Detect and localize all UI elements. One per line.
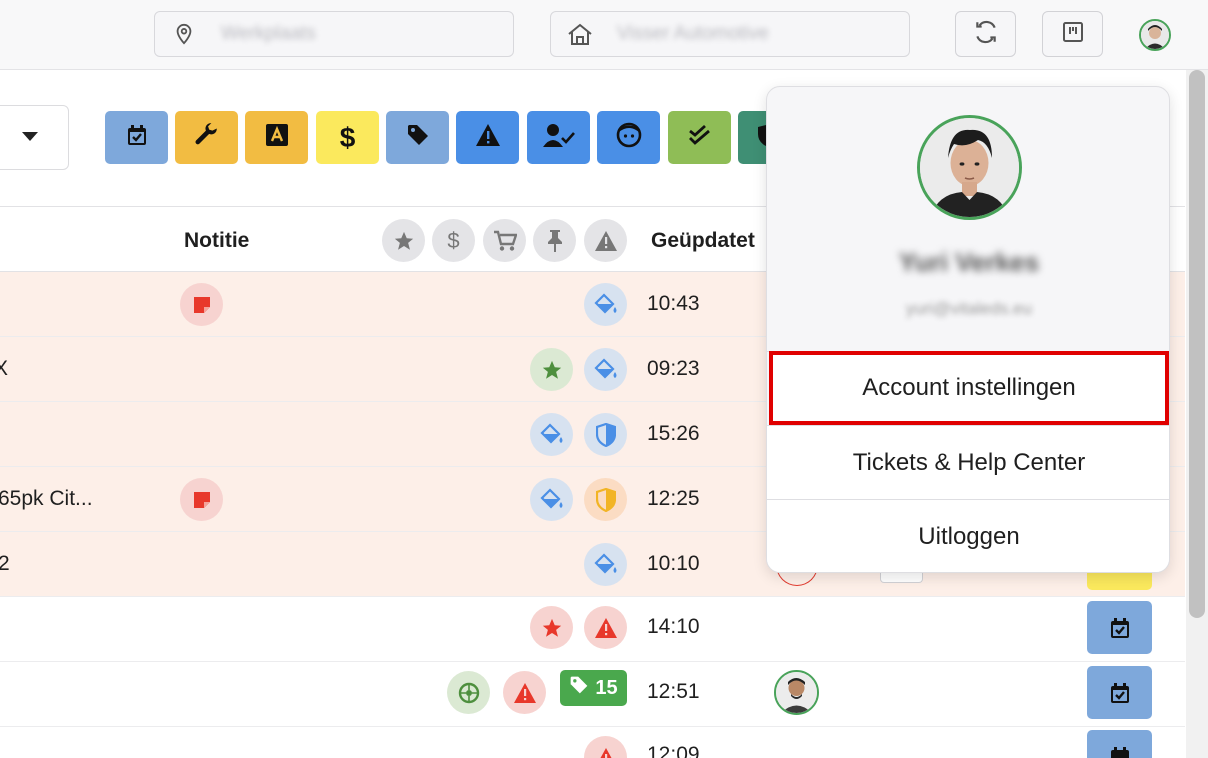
tag-count: 15 <box>595 676 618 699</box>
warning-icon[interactable] <box>584 736 627 758</box>
paint-bucket-icon[interactable] <box>530 413 573 456</box>
logout-item[interactable]: Uitloggen <box>767 500 1169 572</box>
filter-face-button[interactable] <box>597 111 660 164</box>
updated-time: 12:25 <box>647 487 700 510</box>
help-center-item[interactable]: Tickets & Help Center <box>767 426 1169 500</box>
dollar-icon[interactable]: $ <box>432 219 475 262</box>
row-title: 2 <box>0 552 10 575</box>
table-row[interactable]: 14:10 <box>0 597 1185 662</box>
tag-icon <box>406 123 430 152</box>
calendar-check-icon <box>125 123 149 152</box>
filter-double-check-button[interactable] <box>668 111 731 164</box>
updated-time: 10:10 <box>647 552 700 575</box>
assignee-avatar[interactable] <box>774 670 819 715</box>
company-selector[interactable]: Visser Automotive <box>550 11 910 57</box>
column-header-note[interactable]: Notitie <box>184 229 249 253</box>
refresh-button[interactable] <box>955 11 1016 57</box>
star-icon[interactable] <box>382 219 425 262</box>
tire-icon[interactable] <box>447 671 490 714</box>
table-row[interactable]: 12:09 <box>0 727 1185 758</box>
updated-time: 14:10 <box>647 615 700 638</box>
calendar-button[interactable] <box>1087 601 1152 654</box>
warning-icon[interactable] <box>584 219 627 262</box>
user-menu: Yuri Verkes yuri@vitaleds.eu Account ins… <box>766 86 1170 573</box>
user-avatar-button[interactable] <box>1139 19 1171 51</box>
top-bar: Werkplaats Visser Automotive <box>0 0 1208 70</box>
caret-down-icon <box>22 129 38 147</box>
scrollbar-thumb[interactable] <box>1189 70 1205 618</box>
note-icon[interactable] <box>180 283 223 326</box>
filter-tag-button[interactable] <box>386 111 449 164</box>
board-icon <box>1061 20 1085 49</box>
column-header-updated[interactable]: Geüpdatet <box>651 229 755 253</box>
filter-a-button[interactable] <box>245 111 308 164</box>
map-pin-icon <box>171 21 197 47</box>
tag-count-badge[interactable]: 15 <box>560 670 627 706</box>
warning-icon[interactable] <box>503 671 546 714</box>
user-check-icon <box>542 123 575 152</box>
calendar-button[interactable] <box>1087 666 1152 719</box>
profile-avatar <box>917 115 1022 220</box>
updated-time: 12:51 <box>647 680 700 703</box>
filter-calendar-button[interactable] <box>105 111 168 164</box>
warning-icon <box>475 123 501 152</box>
location-selector[interactable]: Werkplaats <box>154 11 514 57</box>
view-dropdown[interactable] <box>0 105 69 170</box>
face-icon <box>616 122 642 153</box>
user-name: Yuri Verkes <box>898 247 1040 277</box>
updated-time: 09:23 <box>647 357 700 380</box>
row-title: X <box>0 357 9 380</box>
paint-bucket-icon[interactable] <box>584 543 627 586</box>
a-square-icon <box>265 123 289 152</box>
paint-bucket-icon[interactable] <box>584 348 627 391</box>
updated-time: 15:26 <box>647 422 700 445</box>
updated-time: 10:43 <box>647 292 700 315</box>
filter-wrench-button[interactable] <box>175 111 238 164</box>
filter-warning-button[interactable] <box>456 111 519 164</box>
row-title: 65pk Cit... <box>0 487 93 510</box>
wrench-icon <box>194 122 220 153</box>
note-icon[interactable] <box>180 478 223 521</box>
pin-icon[interactable] <box>533 219 576 262</box>
calendar-button[interactable] <box>1087 730 1152 758</box>
filter-user-check-button[interactable] <box>527 111 590 164</box>
updated-time: 12:09 <box>647 743 700 758</box>
star-icon[interactable] <box>530 606 573 649</box>
double-check-icon <box>687 123 713 152</box>
board-button[interactable] <box>1042 11 1103 57</box>
warning-icon[interactable] <box>584 606 627 649</box>
star-icon[interactable] <box>530 348 573 391</box>
shield-icon[interactable] <box>584 478 627 521</box>
shield-icon[interactable] <box>584 413 627 456</box>
tag-icon <box>569 675 589 701</box>
paint-bucket-icon[interactable] <box>584 283 627 326</box>
location-value: Werkplaats <box>221 23 316 44</box>
user-email: yuri@vitaleds.eu <box>906 299 1032 318</box>
table-row[interactable]: 15 12:51 <box>0 662 1185 727</box>
refresh-icon <box>973 19 999 50</box>
filter-dollar-button[interactable]: $ <box>316 111 379 164</box>
home-icon <box>567 21 593 47</box>
dollar-icon: $ <box>339 121 356 153</box>
paint-bucket-icon[interactable] <box>530 478 573 521</box>
company-value: Visser Automotive <box>617 23 769 44</box>
account-settings-item[interactable]: Account instellingen <box>769 351 1169 425</box>
cart-icon[interactable] <box>483 219 526 262</box>
